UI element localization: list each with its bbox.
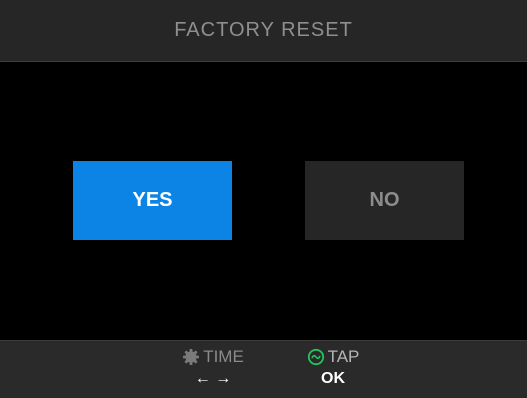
- tap-hint-label: TAP: [327, 347, 360, 366]
- control-hints-bar: TIME ← → TAP OK: [0, 340, 527, 398]
- factory-reset-screen: FACTORY RESET YES NO TIME ← → TAP OK: [0, 0, 527, 398]
- tap-hint: TAP OK: [300, 347, 366, 389]
- tap-hint-action: OK: [321, 370, 345, 387]
- gear-icon: [182, 348, 200, 366]
- time-hint: TIME ← →: [176, 347, 250, 389]
- time-hint-label: TIME: [203, 347, 244, 366]
- no-button-label: NO: [369, 189, 400, 211]
- yes-button[interactable]: YES: [73, 161, 232, 240]
- confirm-dialog: YES NO: [0, 62, 527, 340]
- tap-circle-icon: [307, 348, 325, 366]
- page-title: FACTORY RESET: [174, 19, 353, 41]
- yes-button-label: YES: [132, 189, 173, 211]
- no-button[interactable]: NO: [305, 161, 464, 240]
- header-bar: FACTORY RESET: [0, 0, 527, 62]
- time-hint-action: ← →: [194, 370, 232, 387]
